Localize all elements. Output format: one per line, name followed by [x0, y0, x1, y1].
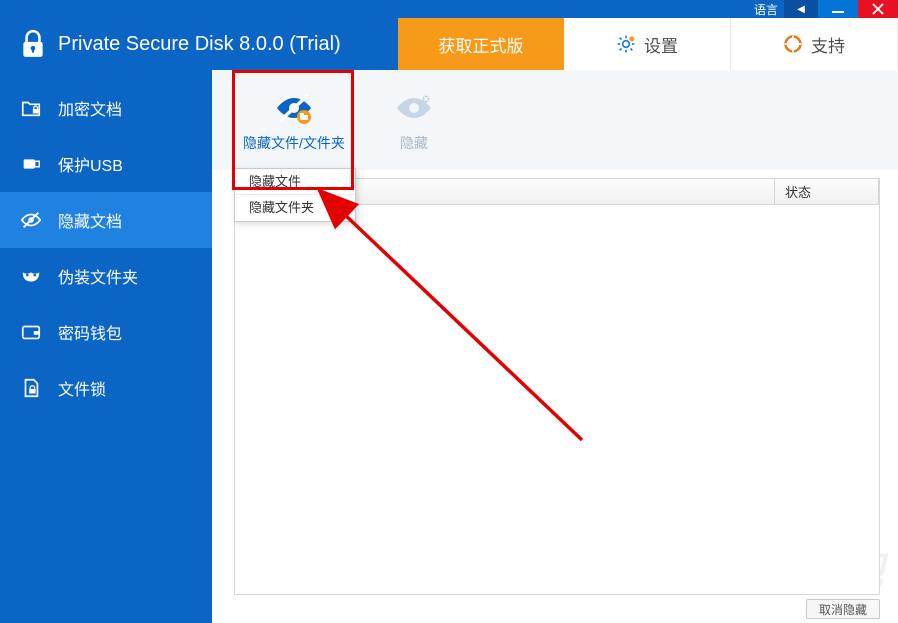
tab-label: 设置: [644, 32, 678, 57]
sidebar-item-protect-usb[interactable]: 保护USB: [0, 136, 212, 192]
column-label: 状态: [785, 182, 811, 201]
close-button[interactable]: [858, 0, 898, 18]
button-label: 取消隐藏: [819, 601, 867, 618]
sidebar-item-disguise-folder[interactable]: 伪装文件夹: [0, 248, 212, 304]
tool-label: 隐藏: [400, 133, 428, 153]
app-title: Private Secure Disk 8.0.0 (Trial): [58, 33, 341, 56]
sidebar-item-file-lock[interactable]: 文件锁: [0, 360, 212, 416]
table-body[interactable]: [235, 205, 879, 594]
header: Private Secure Disk 8.0.0 (Trial) 获取正式版 …: [0, 18, 898, 70]
dropdown-item-label: 隐藏文件: [249, 174, 301, 189]
header-left: Private Secure Disk 8.0.0 (Trial): [0, 18, 398, 70]
sidebar-item-encrypt-docs[interactable]: 加密文档: [0, 80, 212, 136]
sidebar-item-label: 伪装文件夹: [58, 264, 138, 288]
folder-lock-icon: [20, 97, 42, 119]
file-table: 状态: [234, 178, 880, 595]
dropdown-item-label: 隐藏文件夹: [249, 200, 314, 215]
sidebar: 加密文档 保护USB 隐藏文档 伪装文件夹 密码钱包 文件锁: [0, 70, 212, 623]
sidebar-item-label: 密码钱包: [58, 320, 122, 344]
sidebar-item-password-wallet[interactable]: 密码钱包: [0, 304, 212, 360]
file-lock-icon: [20, 377, 42, 399]
lifebuoy-icon: [783, 34, 803, 54]
tab-label: 获取正式版: [439, 32, 524, 57]
mask-icon: [20, 265, 42, 287]
unhide-button[interactable]: 取消隐藏: [806, 599, 880, 619]
sidebar-item-label: 隐藏文档: [58, 208, 122, 232]
close-icon: [872, 3, 884, 15]
eye-slash-folder-icon: [274, 91, 314, 125]
header-tabs: 获取正式版 设置 支持: [398, 18, 898, 70]
tab-settings[interactable]: 设置: [564, 18, 731, 70]
triangle-left-icon: ◀: [797, 4, 805, 15]
tab-support[interactable]: 支持: [731, 18, 898, 70]
language-label: 语言: [754, 1, 778, 18]
app-window: 语言 ◀ Private Secure Disk 8.0.0 (Trial) 获…: [0, 0, 898, 623]
main-panel: 隐藏文件/文件夹 隐藏: [212, 70, 898, 623]
lock-icon: [20, 29, 46, 59]
wallet-icon: [20, 321, 42, 343]
dropdown-item-hide-file[interactable]: 隐藏文件: [235, 169, 355, 195]
eye-slash-icon: [20, 209, 42, 231]
titlebar-strip: 语言 ◀: [0, 0, 898, 18]
body: 加密文档 保护USB 隐藏文档 伪装文件夹 密码钱包 文件锁: [0, 70, 898, 623]
minimize-icon: [832, 11, 844, 13]
tool-area: 隐藏文件/文件夹 隐藏: [212, 70, 474, 170]
tool-label: 隐藏文件/文件夹: [243, 133, 345, 153]
minimize-button[interactable]: [818, 0, 858, 18]
sidebar-item-label: 文件锁: [58, 376, 106, 400]
language-button[interactable]: ◀: [784, 0, 818, 18]
hide-dropdown-menu: 隐藏文件 隐藏文件夹: [234, 168, 356, 222]
tool-hide: 隐藏: [354, 74, 474, 170]
gear-icon: [616, 34, 636, 54]
tab-get-full-version[interactable]: 获取正式版: [398, 18, 564, 70]
sidebar-item-label: 加密文档: [58, 96, 122, 120]
dropdown-item-hide-folder[interactable]: 隐藏文件夹: [235, 195, 355, 221]
column-status[interactable]: 状态: [775, 179, 879, 204]
usb-icon: [20, 153, 42, 175]
eye-off-icon: [394, 91, 434, 125]
sidebar-item-label: 保护USB: [58, 152, 123, 176]
sidebar-item-hide-docs[interactable]: 隐藏文档: [0, 192, 212, 248]
tool-hide-files-folders[interactable]: 隐藏文件/文件夹: [234, 74, 354, 170]
tab-label: 支持: [811, 32, 845, 57]
toolbar: 隐藏文件/文件夹 隐藏: [212, 70, 898, 170]
